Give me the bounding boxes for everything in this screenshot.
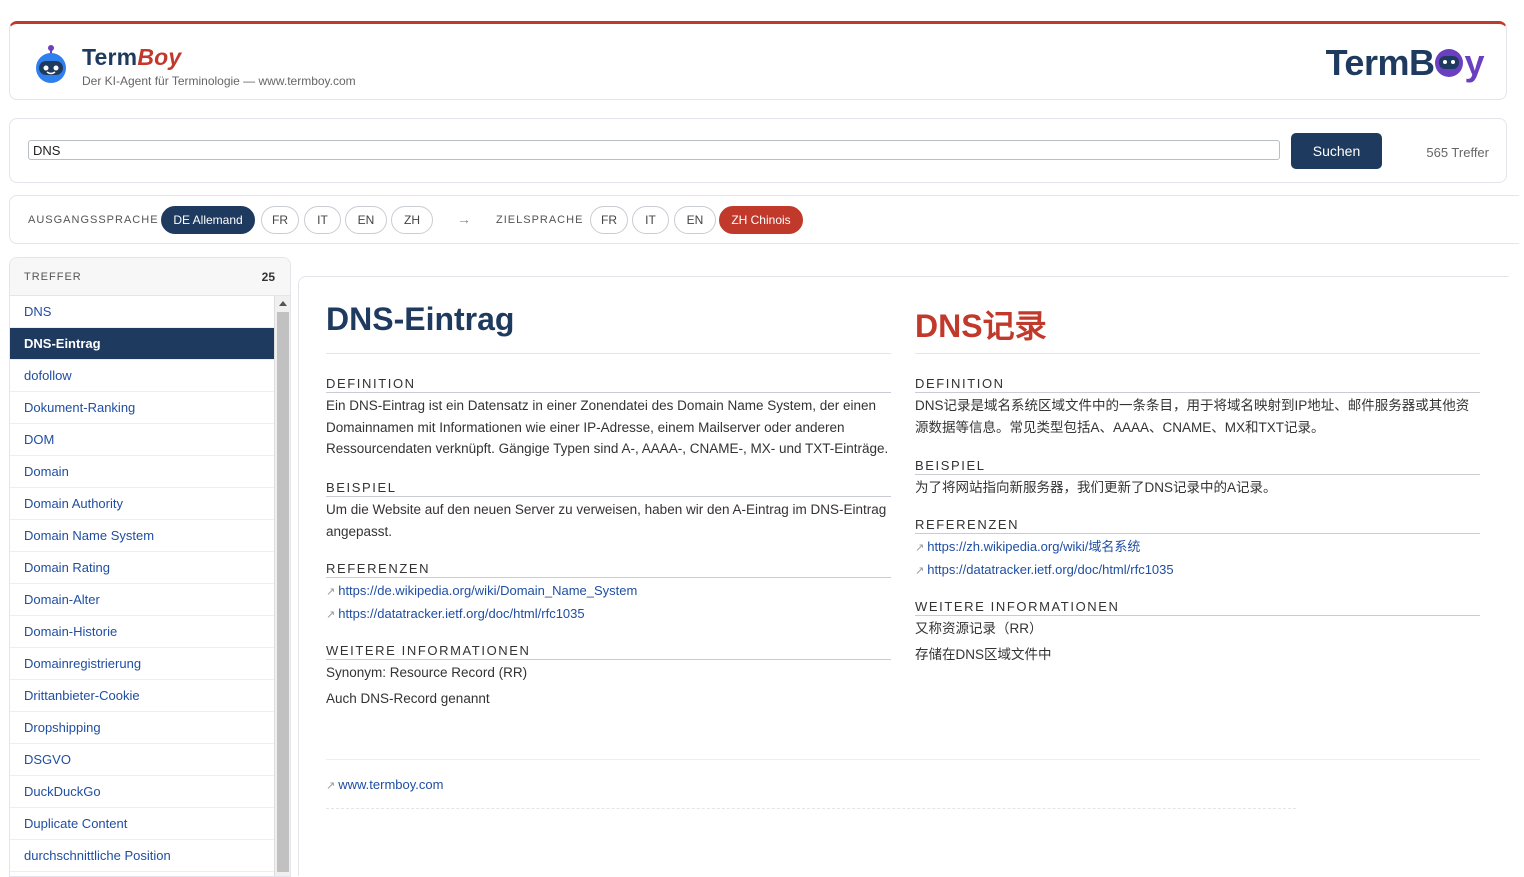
term-list: DNS DNS-Eintrag dofollow Dokument-Rankin… — [10, 296, 274, 872]
references-label: REFERENZEN — [326, 561, 891, 578]
definition-label: DEFINITION — [326, 376, 891, 393]
list-item[interactable]: Drittanbieter-Cookie — [10, 680, 274, 712]
reference-link[interactable]: ↗ https://de.wikipedia.org/wiki/Domain_Na… — [326, 580, 891, 603]
definition-label: DEFINITION — [915, 376, 1480, 393]
list-item[interactable]: DNS — [10, 296, 274, 328]
list-item[interactable]: Domain — [10, 456, 274, 488]
results-sidebar: TREFFER 25 DNS DNS-Eintrag dofollow Doku… — [9, 257, 291, 877]
list-item[interactable]: Duplicate Content — [10, 808, 274, 840]
language-bar: AUSGANGSSPRACHE DE Allemand FR IT EN ZH … — [9, 195, 1519, 244]
list-item[interactable]: Domain-Historie — [10, 616, 274, 648]
list-item[interactable]: Dropshipping — [10, 712, 274, 744]
reference-link[interactable]: ↗ https://datatracker.ietf.org/doc/html/r… — [915, 559, 1480, 582]
footer-link[interactable]: ↗ www.termboy.com — [326, 774, 443, 797]
brand: TermBoy Der KI-Agent für Terminologie — … — [82, 44, 356, 88]
scroll-thumb[interactable] — [277, 312, 289, 872]
info-item: Synonym: Resource Record (RR) — [326, 664, 528, 680]
entry-target-column: DNS记录 DEFINITION DNS记录是域名系统区域文件中的一条条目，用于… — [915, 277, 1480, 668]
target-lang-zh[interactable]: ZH Chinois — [719, 206, 803, 234]
example-text: 为了将网站指向新服务器，我们更新了DNS记录中的A记录。 — [915, 480, 1277, 496]
list-item[interactable]: Dokument-Ranking — [10, 392, 274, 424]
example-text: Um die Website auf den neuen Server zu v… — [326, 502, 887, 539]
target-term-title: DNS记录 — [915, 277, 1480, 354]
list-item[interactable]: Domain-Alter — [10, 584, 274, 616]
brand-name: TermBoy — [82, 44, 182, 70]
divider — [326, 759, 1480, 760]
external-link-icon: ↗ — [915, 542, 925, 555]
app-header: TermBoy Der KI-Agent für Terminologie — … — [9, 21, 1507, 100]
source-lang-fr[interactable]: FR — [261, 206, 299, 234]
info-item: Auch DNS-Record genannt — [326, 690, 490, 706]
brand-tagline: Der KI-Agent für Terminologie — www.term… — [82, 74, 356, 88]
source-lang-en[interactable]: EN — [345, 206, 387, 234]
sidebar-title: TREFFER — [24, 271, 82, 283]
reference-link[interactable]: ↗ https://zh.wikipedia.org/wiki/域名系统 — [915, 536, 1480, 559]
list-item[interactable]: DSGVO — [10, 744, 274, 776]
external-link-icon: ↗ — [326, 608, 336, 621]
sidebar-scrollbar[interactable] — [274, 296, 291, 876]
arrow-right-icon: → — [457, 211, 471, 227]
robot-face-icon — [1435, 49, 1464, 77]
source-term-title: DNS-Eintrag — [326, 277, 891, 354]
search-input[interactable] — [28, 140, 1280, 160]
source-lang-de[interactable]: DE Allemand — [161, 206, 255, 234]
list-item[interactable]: DuckDuckGo — [10, 776, 274, 808]
search-button[interactable]: Suchen — [1291, 133, 1382, 169]
list-item[interactable]: Domain Name System — [10, 520, 274, 552]
list-item[interactable]: Domain Authority — [10, 488, 274, 520]
scroll-up-arrow-icon[interactable] — [275, 296, 291, 310]
list-item[interactable]: Domain Rating — [10, 552, 274, 584]
target-lang-fr[interactable]: FR — [590, 206, 628, 234]
hit-count: 565 Treffer — [1426, 145, 1489, 160]
list-item[interactable]: dofollow — [10, 360, 274, 392]
source-lang-it[interactable]: IT — [304, 206, 341, 234]
example-label: BEISPIEL — [915, 458, 1480, 476]
list-item[interactable]: durchschnittliche Position — [10, 840, 274, 872]
termboy-logo: TermB y — [1325, 42, 1485, 83]
target-language-label: ZIELSPRACHE — [496, 214, 584, 226]
source-language-label: AUSGANGSSPRACHE — [28, 214, 159, 226]
target-lang-en[interactable]: EN — [674, 206, 716, 234]
definition-text: Ein DNS-Eintrag ist ein Datensatz in ein… — [326, 398, 889, 457]
entry-panel: DNS-Eintrag DEFINITION Ein DNS-Eintrag i… — [298, 276, 1509, 876]
source-lang-zh[interactable]: ZH — [391, 206, 433, 234]
list-item[interactable]: Domainregistrierung — [10, 648, 274, 680]
example-label: BEISPIEL — [326, 480, 891, 498]
info-item: 又称资源记录（RR） — [915, 621, 1043, 637]
sidebar-header: TREFFER 25 — [10, 258, 290, 296]
info-label: WEITERE INFORMATIONEN — [326, 643, 891, 660]
divider — [326, 808, 1296, 809]
robot-logo-icon — [36, 45, 66, 83]
result-count: 25 — [261, 270, 275, 284]
search-panel: Suchen 565 Treffer — [9, 118, 1507, 183]
info-label: WEITERE INFORMATIONEN — [915, 599, 1480, 617]
references-label: REFERENZEN — [915, 517, 1480, 535]
external-link-icon: ↗ — [915, 565, 925, 578]
entry-source-column: DNS-Eintrag DEFINITION Ein DNS-Eintrag i… — [326, 277, 891, 712]
target-lang-it[interactable]: IT — [632, 206, 669, 234]
reference-link[interactable]: ↗ https://datatracker.ietf.org/doc/html/r… — [326, 603, 891, 626]
list-item-selected[interactable]: DNS-Eintrag — [10, 328, 274, 360]
definition-text: DNS记录是域名系统区域文件中的一条条目，用于将域名映射到IP地址、邮件服务器或… — [915, 398, 1470, 435]
external-link-icon: ↗ — [326, 585, 336, 598]
list-item[interactable]: DOM — [10, 424, 274, 456]
external-link-icon: ↗ — [326, 780, 336, 792]
info-item: 存储在DNS区域文件中 — [915, 647, 1052, 663]
